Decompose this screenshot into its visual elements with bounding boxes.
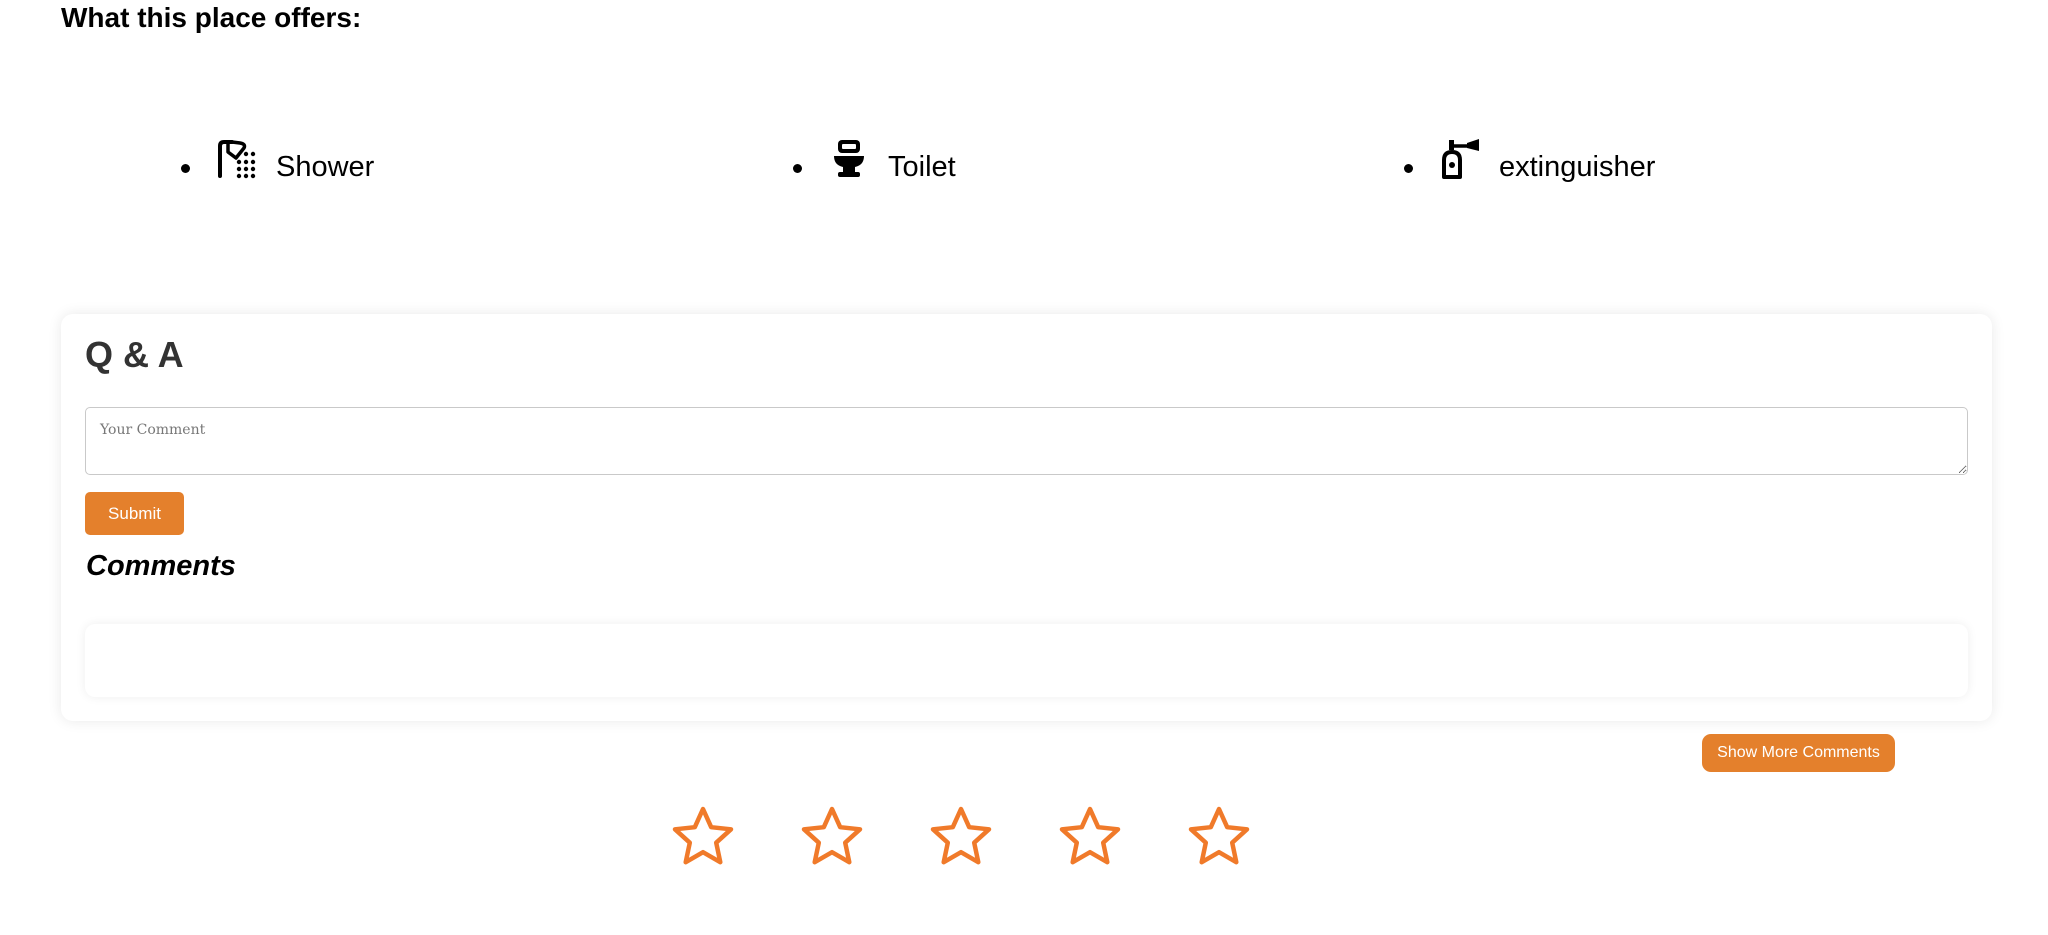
offers-title: What this place offers: bbox=[61, 2, 362, 33]
bullet bbox=[181, 163, 190, 173]
comment-input[interactable] bbox=[85, 407, 1968, 475]
amenity-label: extinguisher bbox=[1499, 150, 1656, 183]
toilet-icon bbox=[828, 138, 870, 180]
amenity-item-toilet: Toilet bbox=[793, 126, 956, 206]
star-icon-3[interactable] bbox=[925, 804, 997, 876]
amenity-label: Toilet bbox=[888, 150, 956, 183]
amenity-label: Shower bbox=[276, 150, 375, 183]
show-more-comments-button[interactable]: Show More Comments bbox=[1702, 734, 1895, 772]
star-icon-5[interactable] bbox=[1183, 804, 1255, 876]
star-icon-2[interactable] bbox=[796, 804, 868, 876]
submit-button[interactable]: Submit bbox=[85, 492, 184, 535]
comments-list bbox=[85, 624, 1968, 697]
star-icon-1[interactable] bbox=[667, 804, 739, 876]
amenity-item-extinguisher: extinguisher bbox=[1404, 126, 1655, 206]
fire-extinguisher-icon bbox=[1439, 138, 1481, 180]
shower-icon bbox=[216, 138, 258, 180]
comments-title: Comments bbox=[86, 550, 236, 582]
star-icon-4[interactable] bbox=[1054, 804, 1126, 876]
amenity-item-shower: Shower bbox=[181, 126, 374, 206]
bullet bbox=[1404, 163, 1413, 173]
star-rating bbox=[667, 804, 1255, 876]
qa-title: Q & A bbox=[85, 334, 184, 375]
bullet bbox=[793, 163, 802, 173]
qa-card: Q & A Submit Comments bbox=[61, 314, 1992, 721]
page: What this place offers: Shower Toilet ex… bbox=[0, 0, 2048, 935]
amenities-list: Shower Toilet extinguisher bbox=[0, 126, 2048, 206]
